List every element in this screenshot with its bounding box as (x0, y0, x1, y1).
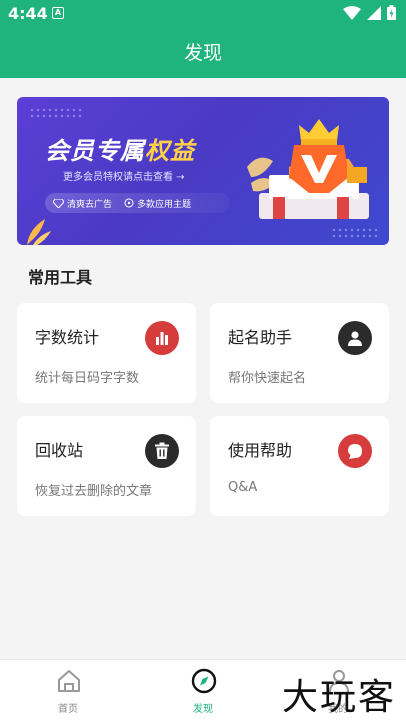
card-desc: Q&A (228, 480, 258, 495)
banner-tag: 多款应用主题 (124, 197, 191, 210)
person-icon (338, 321, 372, 355)
card-title: 使用帮助 (228, 441, 293, 460)
notification-icon: A (52, 7, 64, 19)
banner-tag: 清爽去广告 (53, 197, 112, 210)
banner-tag-label: 多款应用主题 (137, 199, 192, 210)
banner-dots (29, 107, 85, 121)
card-title: 字数统计 (35, 328, 100, 347)
wifi-icon (343, 5, 361, 20)
watermark: 大玩客 (281, 677, 396, 718)
bar-chart-icon (145, 321, 179, 355)
card-title: 回收站 (35, 441, 84, 460)
status-bar: 4:44 A (0, 0, 406, 28)
signal-icon (367, 5, 381, 20)
banner-tags: 清爽去广告 多款应用主题 (45, 193, 230, 213)
nav-label: 发现 (193, 704, 213, 715)
banner-subtitle: 更多会员特权请点击查看 → (63, 172, 185, 183)
home-icon (58, 670, 80, 692)
tool-card-word-count[interactable]: 字数统计 统计每日码字字数 (17, 303, 196, 403)
card-desc: 恢复过去删除的文章 (35, 484, 153, 499)
tool-card-help[interactable]: 使用帮助 Q&A (210, 416, 389, 516)
card-desc: 统计每日码字字数 (35, 371, 140, 386)
banner-title-highlight: 权益 (145, 137, 195, 165)
section-title: 常用工具 (28, 268, 93, 287)
card-title: 起名助手 (228, 328, 293, 347)
card-desc: 帮你快速起名 (228, 371, 307, 386)
chat-icon (338, 434, 372, 468)
banner-title: 会员专属权益 (45, 131, 195, 166)
tool-card-recycle-bin[interactable]: 回收站 恢复过去删除的文章 (17, 416, 196, 516)
nav-discover[interactable]: 发现 (153, 660, 253, 723)
vip-banner[interactable]: 会员专属权益 更多会员特权请点击查看 → 清爽去广告 多款应用主题 (17, 97, 389, 245)
page-title: 发现 (0, 28, 406, 78)
diamond-icon (53, 198, 64, 208)
compass-icon (191, 668, 217, 694)
gift-crown-icon (247, 119, 369, 219)
nav-label: 首页 (58, 704, 78, 715)
palette-icon (124, 198, 134, 208)
banner-title-main: 会员专属 (45, 137, 145, 165)
trash-icon (145, 434, 179, 468)
tool-card-naming[interactable]: 起名助手 帮你快速起名 (210, 303, 389, 403)
banner-tag-label: 清爽去广告 (67, 199, 113, 210)
status-time: 4:44 (8, 4, 48, 23)
battery-icon (387, 5, 396, 20)
status-icons (343, 5, 396, 20)
leaf-decoration-icon (27, 219, 51, 245)
nav-home[interactable]: 首页 (18, 660, 118, 723)
